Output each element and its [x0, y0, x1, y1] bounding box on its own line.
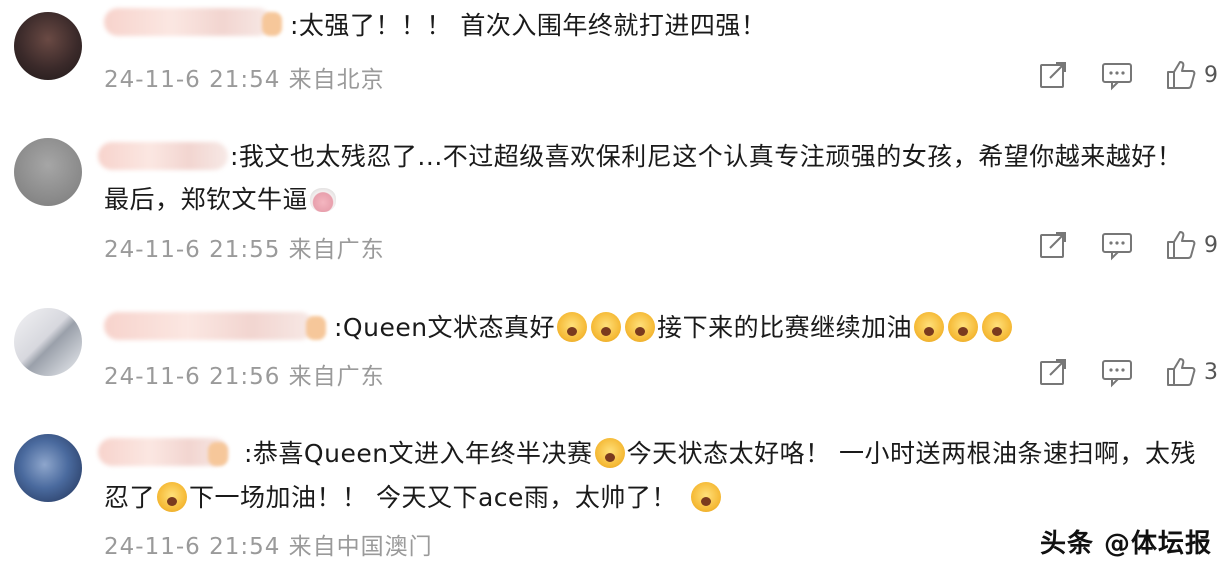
share-icon[interactable] [1036, 355, 1070, 389]
screaming-emoji-icon [948, 312, 979, 342]
comment-text-span: :恭喜Queen文进入年终半决赛 [244, 439, 593, 468]
screaming-emoji-icon [914, 312, 945, 342]
thumbs-up-icon[interactable] [1164, 58, 1198, 92]
avatar[interactable] [14, 434, 82, 502]
comment-text-span: 最后，郑钦文牛逼 [104, 185, 309, 214]
screaming-emoji-icon [591, 312, 622, 342]
comment-text-line1: :我文也太残忍了...不过超级喜欢保利尼这个认真专注顽强的女孩，希望你越来越好！ [230, 142, 1183, 171]
screaming-emoji-icon [982, 312, 1013, 342]
comment-actions: 9 [1006, 58, 1218, 92]
username-blurred[interactable] [104, 312, 314, 340]
user-badge-icon [208, 442, 228, 466]
comment-meta: 24-11-6 21:54 来自中国澳门 [104, 534, 433, 560]
comment-text-line2: 最后，郑钦文牛逼 [104, 180, 337, 220]
comment-text: :Queen文状态真好 接下来的比赛继续加油 [334, 308, 1014, 348]
thumbs-up-icon[interactable] [1164, 228, 1198, 262]
screaming-emoji-icon [157, 482, 188, 512]
screaming-emoji-icon [557, 312, 588, 342]
like-count: 9 [1204, 232, 1218, 258]
avatar[interactable] [14, 12, 82, 80]
comment-meta: 24-11-6 21:55 来自广东 [104, 237, 385, 263]
cow-emoji-icon [310, 188, 337, 212]
share-icon[interactable] [1036, 58, 1070, 92]
screaming-emoji-icon [690, 482, 721, 512]
avatar[interactable] [14, 138, 82, 206]
watermark: 头条 @体坛报 [1039, 529, 1212, 559]
comment-icon[interactable] [1100, 355, 1134, 389]
comment-actions: 3 [1006, 355, 1218, 389]
comment-text-line2: 忍了 下一场加油！！ 今天又下ace雨，太帅了！ [104, 478, 723, 518]
avatar[interactable] [14, 308, 82, 376]
comment-text-span: 忍了 [104, 483, 156, 512]
comment-actions: 9 [1006, 228, 1218, 262]
comment-text-span: :Queen文状态真好 [334, 313, 556, 342]
username-blurred[interactable] [104, 8, 272, 36]
comment-meta: 24-11-6 21:56 来自广东 [104, 364, 385, 390]
comment-text-line1: :恭喜Queen文进入年终半决赛 今天状态太好咯！ 一小时送两根油条速扫啊，太残 [244, 434, 1196, 474]
screaming-emoji-icon [625, 312, 656, 342]
username-blurred[interactable] [98, 142, 228, 170]
user-badge-icon [262, 12, 282, 36]
like-count: 9 [1204, 62, 1218, 88]
comment-meta: 24-11-6 21:54 来自北京 [104, 67, 385, 93]
comment-icon[interactable] [1100, 58, 1134, 92]
comment-icon[interactable] [1100, 228, 1134, 262]
thumbs-up-icon[interactable] [1164, 355, 1198, 389]
emoji-icon [594, 438, 625, 468]
user-badge-icon [306, 316, 326, 340]
comment-text-span: 接下来的比赛继续加油 [657, 313, 913, 342]
comment-text-span: 今天状态太好咯！ 一小时送两根油条速扫啊，太残 [626, 439, 1197, 468]
comment-text-span: 下一场加油！！ 今天又下ace雨，太帅了！ [189, 483, 677, 512]
comment-text: :太强了！！！ 首次入围年终就打进四强！ [290, 11, 767, 40]
share-icon[interactable] [1036, 228, 1070, 262]
like-count: 3 [1204, 359, 1218, 385]
